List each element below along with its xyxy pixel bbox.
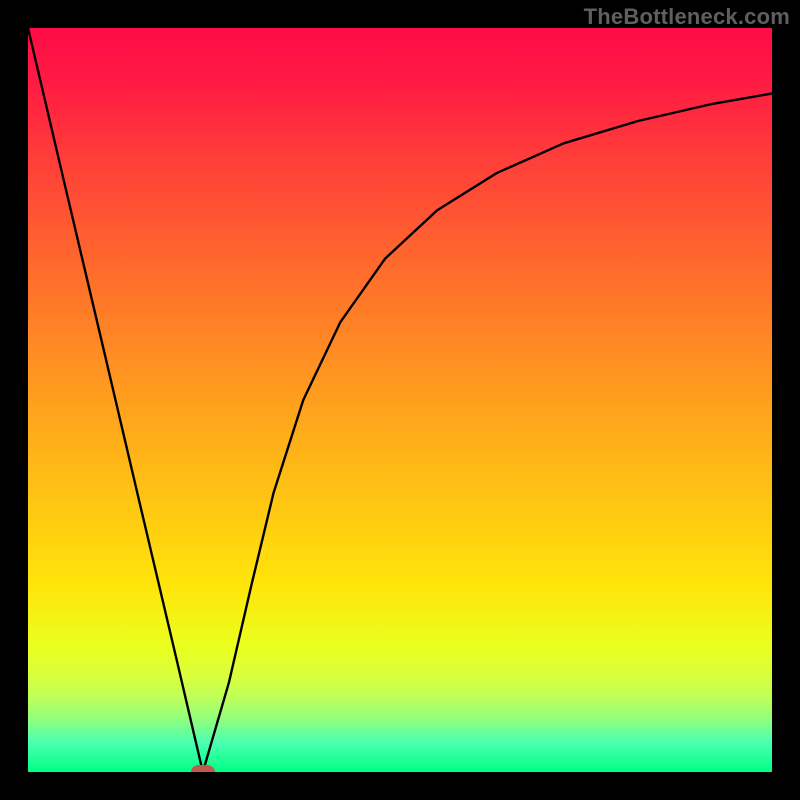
curve-minimum-marker <box>191 765 215 772</box>
chart-frame: TheBottleneck.com <box>0 0 800 800</box>
curve-svg <box>28 28 772 772</box>
curve-line <box>28 28 772 772</box>
plot-area <box>28 28 772 772</box>
watermark-text: TheBottleneck.com <box>584 4 790 30</box>
